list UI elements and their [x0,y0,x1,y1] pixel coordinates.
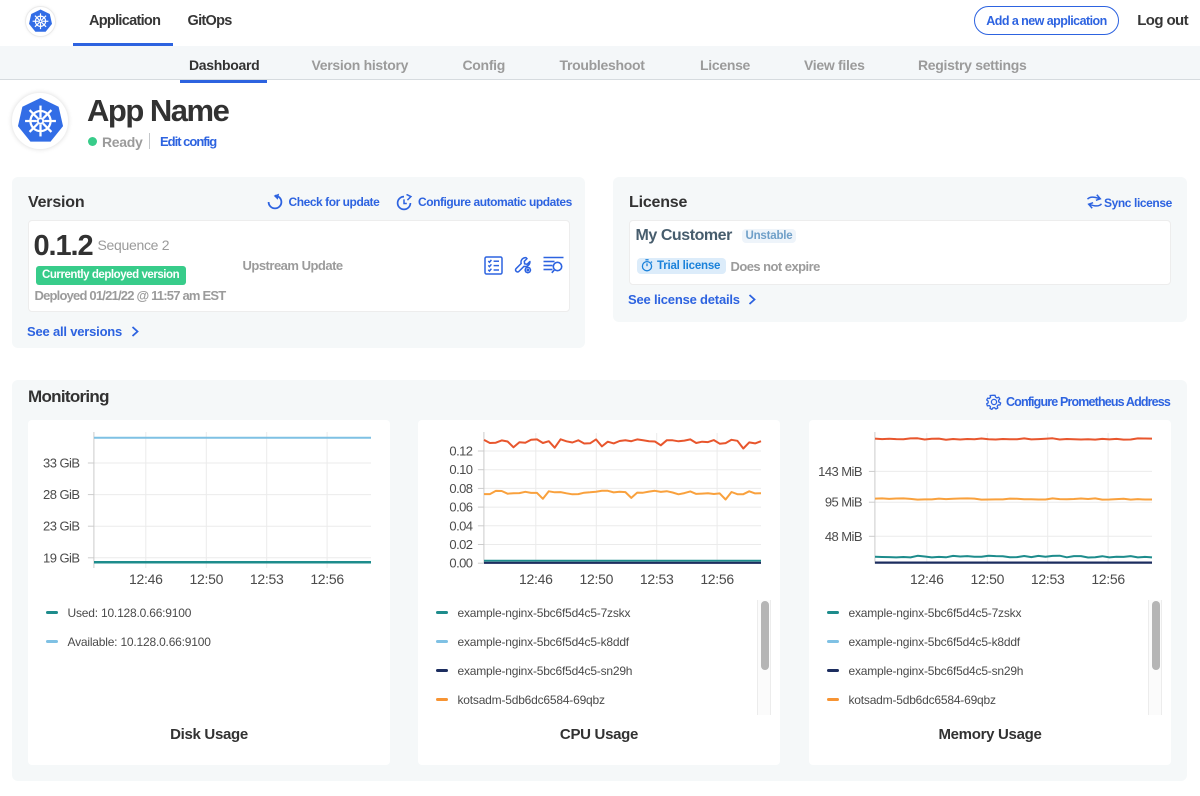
svg-text:19 GiB: 19 GiB [43,550,79,565]
svg-text:12:46: 12:46 [129,571,163,587]
svg-text:12:46: 12:46 [910,571,944,587]
svg-text:33 GiB: 33 GiB [43,456,79,471]
svg-text:12:53: 12:53 [1031,571,1065,587]
svg-text:48 MiB: 48 MiB [825,529,862,544]
svg-text:0.12: 0.12 [449,444,472,459]
svg-text:12:50: 12:50 [190,571,224,587]
svg-text:0.06: 0.06 [449,500,472,515]
svg-text:12:53: 12:53 [640,571,674,587]
svg-text:12:50: 12:50 [971,571,1005,587]
svg-text:28 GiB: 28 GiB [43,487,79,502]
svg-text:12:53: 12:53 [250,571,284,587]
svg-text:143 MiB: 143 MiB [818,464,862,479]
svg-text:12:56: 12:56 [310,571,344,587]
svg-text:0.10: 0.10 [449,462,472,477]
svg-text:12:56: 12:56 [700,571,734,587]
svg-text:0.04: 0.04 [449,518,472,533]
svg-text:0.00: 0.00 [449,556,472,571]
svg-text:0.02: 0.02 [449,537,472,552]
svg-text:0.08: 0.08 [449,481,472,496]
svg-text:95 MiB: 95 MiB [825,495,862,510]
svg-text:12:56: 12:56 [1091,571,1125,587]
svg-text:12:50: 12:50 [580,571,614,587]
svg-text:12:46: 12:46 [519,571,553,587]
svg-text:23 GiB: 23 GiB [43,519,79,534]
